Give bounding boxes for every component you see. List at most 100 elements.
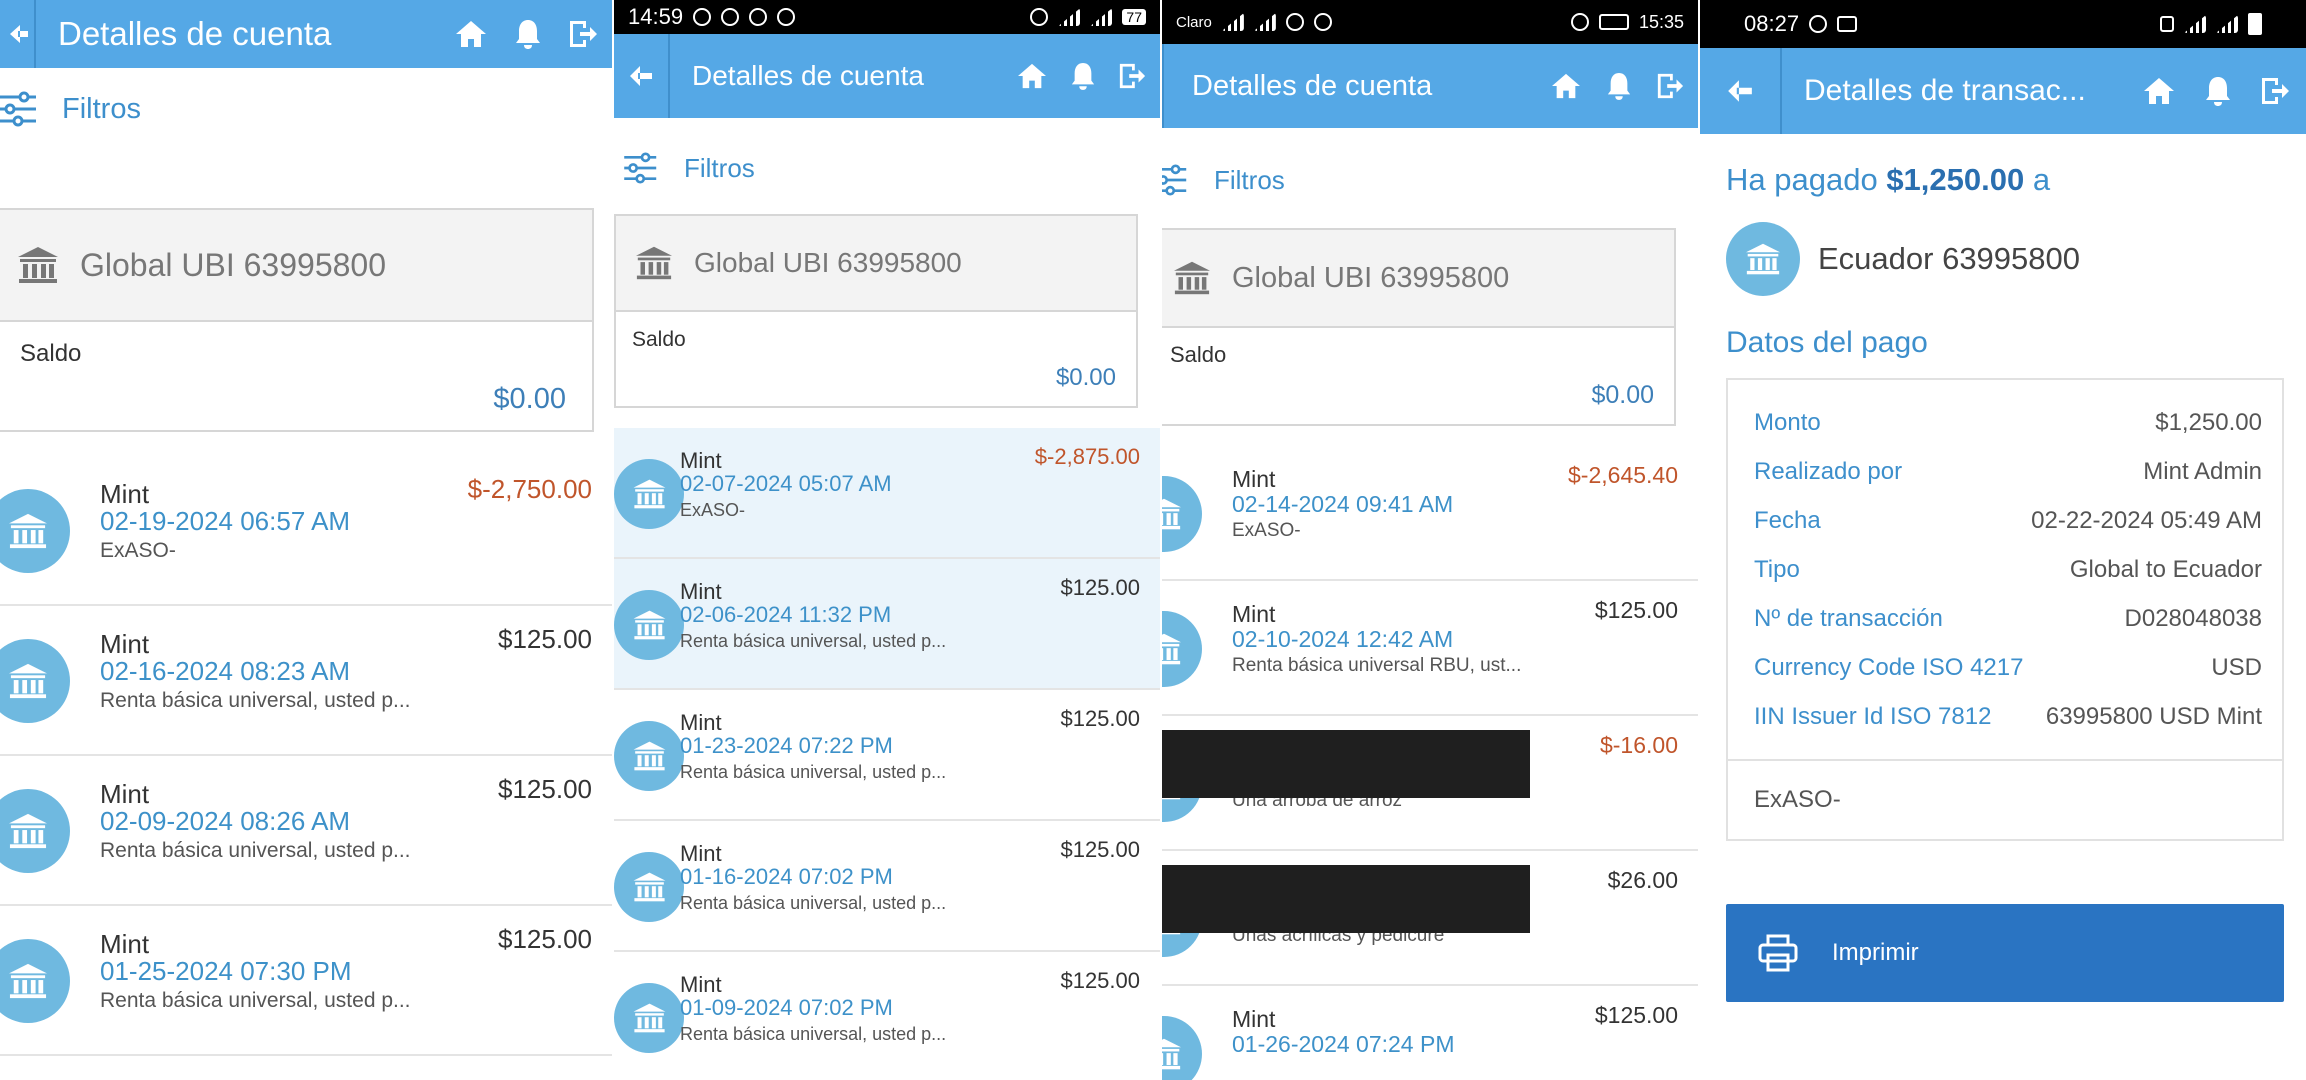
transaction-avatar (614, 589, 684, 660)
transaction-name: Mint (1232, 466, 1276, 492)
balance-label: Saldo (20, 340, 82, 367)
paid-amount: $1,250.00 (1886, 162, 2025, 197)
transaction-row[interactable]: Mint 01-26-2024 07:24 PM $125.00 (1162, 986, 1698, 1080)
transaction-row[interactable]: Mint 02-07-2024 05:07 AM ExASO- $-2,875.00 (614, 428, 1160, 559)
detail-row: IIN Issuer Id ISO 7812 63995800 USD Mint (1728, 692, 2282, 741)
transaction-memo: Renta básica universal, usted p... (680, 762, 947, 782)
transaction-avatar (614, 458, 684, 529)
back-button[interactable] (0, 0, 36, 68)
bank-icon (636, 246, 672, 280)
transaction-row[interactable]: Uñas acrílicas y pedicure $26.00 (1162, 851, 1698, 986)
back-button[interactable] (614, 34, 670, 118)
transaction-date: 01-26-2024 07:24 PM (1232, 1031, 1455, 1057)
balance-value: $0.00 (493, 383, 566, 415)
bank-icon (9, 513, 47, 549)
transaction-row[interactable]: Mint 01-23-2024 07:22 PM Renta básica univ… (614, 690, 1160, 821)
home-icon[interactable] (454, 19, 488, 49)
logout-icon[interactable] (1118, 62, 1146, 90)
pinterest-icon (777, 8, 796, 26)
detail-row: Fecha 02-22-2024 05:49 AM (1728, 496, 2282, 545)
home-icon[interactable] (1016, 62, 1048, 90)
account-header: Global UBI 63995800 (0, 210, 592, 322)
transaction-row[interactable]: Mint 02-06-2024 11:32 PM Renta básica univ… (614, 559, 1160, 690)
transaction-avatar (0, 639, 70, 723)
bank-icon (1746, 243, 1780, 275)
transaction-amount: $125.00 (1594, 597, 1678, 623)
filters-button[interactable]: Filtros (1162, 156, 1698, 204)
screenshot-panel-2: 14:59 77 Detalles de cuenta Filtros Glob… (612, 0, 1160, 1080)
page-title: Detalles de cuenta (1192, 69, 1433, 102)
bell-icon[interactable] (514, 18, 542, 50)
transaction-row[interactable]: Mint 02-19-2024 06:57 AM ExASO- $-2,750.00 (0, 456, 612, 606)
bell-icon[interactable] (2204, 75, 2232, 107)
transaction-avatar (614, 982, 684, 1053)
logout-icon[interactable] (2260, 76, 2290, 106)
bell-icon[interactable] (1070, 61, 1096, 91)
battery-level: 77 (1122, 9, 1146, 25)
transaction-row[interactable]: Una arroba de arroz $-16.00 (1162, 716, 1698, 851)
transaction-amount: $-2,750.00 (467, 474, 592, 504)
account-card[interactable]: Global UBI 63995800 Saldo $0.00 (614, 214, 1138, 408)
balance-label: Saldo (632, 328, 686, 351)
chat-icon (749, 8, 768, 26)
detail-value: Mint Admin (2143, 457, 2262, 485)
transaction-amount: $125.00 (1060, 837, 1140, 862)
transaction-row[interactable]: Mint 01-16-2024 07:02 PM Renta básica univ… (614, 821, 1160, 952)
filter-sliders-icon (0, 91, 36, 127)
logout-icon[interactable] (568, 19, 598, 49)
detail-label: Nº de transacción (1754, 604, 1943, 632)
transaction-memo: ExASO- (1232, 520, 1301, 541)
detail-row: Realizado por Mint Admin (1728, 447, 2282, 496)
detail-value: $1,250.00 (2155, 408, 2262, 436)
status-time: 14:59 (628, 4, 684, 29)
signal-icon (1221, 13, 1244, 31)
screenshot-panel-1: Detalles de cuenta Filtros Global UBI 63… (0, 0, 612, 1080)
wifi-icon (1253, 13, 1276, 31)
transaction-amount: $125.00 (1594, 1002, 1678, 1028)
transaction-row[interactable]: Mint 02-10-2024 12:42 AM Renta básica univ… (1162, 581, 1698, 716)
transaction-row[interactable]: Mint 02-14-2024 09:41 AM ExASO- $-2,645.40 (1162, 446, 1698, 581)
bank-icon (1174, 261, 1210, 295)
transaction-memo: Renta básica universal, usted p... (100, 989, 411, 1012)
account-card[interactable]: Global UBI 63995800 Saldo $0.00 (1162, 228, 1676, 426)
account-card[interactable]: Global UBI 63995800 Saldo $0.00 (0, 208, 594, 432)
logout-icon[interactable] (1656, 72, 1684, 100)
section-title: Datos del pago (1726, 326, 1928, 359)
detail-value: 02-22-2024 05:49 AM (2031, 506, 2262, 534)
bank-icon (633, 872, 665, 901)
transaction-amount: $125.00 (498, 774, 592, 804)
paid-prefix: Ha pagado (1726, 162, 1878, 197)
transaction-row[interactable]: Mint 01-09-2024 07:02 PM Renta básica univ… (614, 952, 1160, 1080)
lock-icon (2160, 16, 2174, 32)
detail-value: D028048038 (2124, 604, 2262, 632)
notification-icon (1809, 15, 1828, 33)
paid-suffix: a (2032, 162, 2051, 197)
transaction-row[interactable]: Mint 02-09-2024 08:26 AM Renta básica univ… (0, 756, 612, 906)
transaction-amount: $125.00 (1060, 706, 1140, 731)
filters-button[interactable]: Filtros (0, 84, 612, 134)
status-time: 08:27 (1744, 11, 1800, 36)
detail-row: Currency Code ISO 4217 USD (1728, 643, 2282, 692)
home-icon[interactable] (1550, 72, 1582, 100)
payment-summary: Ha pagado $1,250.00 a (1726, 162, 2050, 198)
detail-row: Tipo Global to Ecuador (1728, 545, 2282, 594)
transaction-memo: Renta básica universal, usted p... (100, 689, 411, 712)
balance-value: $0.00 (1055, 364, 1116, 391)
transaction-date: 02-10-2024 12:42 AM (1232, 626, 1454, 652)
transaction-date: 01-23-2024 07:22 PM (680, 733, 893, 758)
home-icon[interactable] (2142, 76, 2176, 106)
detail-value: USD (2211, 653, 2262, 681)
detail-label: IIN Issuer Id ISO 7812 (1754, 702, 1992, 730)
transaction-amount: $26.00 (1607, 867, 1678, 893)
transaction-row[interactable]: Mint 01-25-2024 07:30 PM Renta básica univ… (0, 906, 612, 1056)
filters-label: Filtros (1214, 164, 1285, 195)
bank-icon (9, 963, 47, 999)
bell-icon[interactable] (1606, 71, 1632, 101)
bank-icon (633, 741, 665, 770)
transaction-row[interactable]: Mint 02-16-2024 08:23 AM Renta básica univ… (0, 606, 612, 756)
back-button[interactable] (1700, 48, 1782, 134)
print-button[interactable]: Imprimir (1726, 904, 2284, 1002)
payment-details: Monto $1,250.00 Realizado por Mint Admin Fec… (1726, 378, 2284, 841)
transaction-avatar (0, 489, 70, 573)
filters-button[interactable]: Filtros (622, 144, 1160, 192)
